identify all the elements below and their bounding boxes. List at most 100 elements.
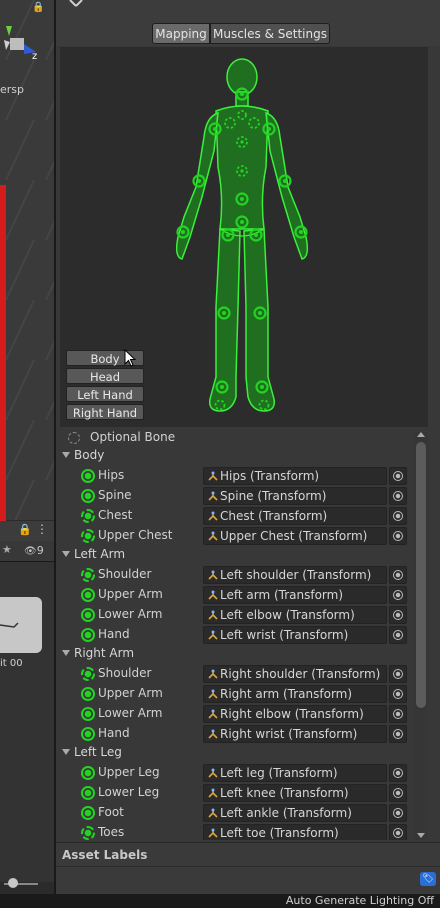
bone-transform-field[interactable]: Right arm (Transform)	[203, 685, 387, 703]
perspective-label[interactable]: ersp	[0, 83, 24, 96]
required-bone-icon[interactable]	[81, 628, 95, 642]
optional-bone-icon[interactable]	[81, 667, 95, 681]
orientation-gizmo-icon[interactable]: z	[2, 22, 42, 62]
optional-bone-icon[interactable]	[81, 826, 95, 840]
bone-row: Toes Left toe (Transform)	[56, 823, 430, 840]
bone-transform-field[interactable]: Spine (Transform)	[203, 487, 387, 505]
favorite-star-icon[interactable]: ★	[2, 543, 12, 556]
transform-icon	[208, 491, 218, 501]
object-picker-icon[interactable]	[389, 586, 407, 604]
object-picker-icon[interactable]	[389, 824, 407, 840]
bone-transform-value: Right elbow (Transform)	[220, 707, 364, 721]
asset-labels-footer: 🏷	[56, 866, 440, 895]
bone-transform-field[interactable]: Left elbow (Transform)	[203, 606, 387, 624]
required-bone-icon[interactable]	[81, 727, 95, 741]
bone-transform-field[interactable]: Left toe (Transform)	[203, 824, 387, 840]
bone-label: Hips	[98, 468, 125, 482]
bone-group-header[interactable]: Right Arm	[56, 645, 430, 665]
optional-bone-icon[interactable]	[81, 529, 95, 543]
bone-transform-field[interactable]: Left ankle (Transform)	[203, 804, 387, 822]
hidden-count-badge[interactable]: 👁9	[24, 544, 44, 557]
required-bone-icon[interactable]	[81, 588, 95, 602]
object-picker-icon[interactable]	[389, 566, 407, 584]
bone-label: Upper Arm	[98, 686, 163, 700]
object-picker-icon[interactable]	[389, 527, 407, 545]
bone-row: Lower Leg Left knee (Transform)	[56, 783, 430, 803]
required-bone-icon[interactable]	[81, 608, 95, 622]
bone-transform-field[interactable]: Hips (Transform)	[203, 467, 387, 485]
status-bar-text[interactable]: Auto Generate Lighting Off	[286, 894, 434, 907]
object-picker-icon[interactable]	[389, 764, 407, 782]
asset-thumbnail-label[interactable]: it 00	[0, 658, 23, 669]
object-picker-icon[interactable]	[389, 626, 407, 644]
asset-labels-header[interactable]: Asset Labels	[56, 842, 440, 867]
object-picker-icon[interactable]	[389, 507, 407, 525]
bone-list-scrollbar-thumb[interactable]	[416, 442, 426, 708]
bone-transform-field[interactable]: Right elbow (Transform)	[203, 705, 387, 723]
scroll-down-arrow-icon[interactable]	[417, 833, 425, 838]
bone-list-scrollbar[interactable]	[414, 432, 428, 840]
bone-group-header[interactable]: Body	[56, 447, 430, 467]
hierarchy-toolbar: 🔒 ⋮	[0, 521, 54, 542]
expand-triangle-icon[interactable]	[62, 650, 70, 656]
bone-transform-field[interactable]: Right shoulder (Transform)	[203, 665, 387, 683]
transform-icon	[208, 669, 218, 679]
object-picker-icon[interactable]	[389, 725, 407, 743]
expand-triangle-icon[interactable]	[62, 749, 70, 755]
bone-transform-field[interactable]: Upper Chest (Transform)	[203, 527, 387, 545]
tab-mapping[interactable]: Mapping	[152, 23, 210, 44]
scene-view[interactable]	[0, 0, 54, 520]
expand-triangle-icon[interactable]	[62, 551, 70, 557]
label-tag-icon[interactable]: 🏷	[420, 872, 436, 886]
body-part-button-head[interactable]: Head	[66, 368, 144, 384]
x-icon	[69, 0, 83, 7]
expand-triangle-icon[interactable]	[62, 452, 70, 458]
body-part-button-left-hand[interactable]: Left Hand	[66, 386, 144, 402]
body-part-button-right-hand[interactable]: Right Hand	[66, 404, 144, 420]
scroll-up-arrow-icon[interactable]	[417, 432, 425, 437]
object-picker-icon[interactable]	[389, 685, 407, 703]
thumbnail-size-slider-knob[interactable]	[8, 878, 18, 888]
object-picker-icon[interactable]	[389, 804, 407, 822]
object-picker-icon[interactable]	[389, 665, 407, 683]
bone-transform-field[interactable]: Right wrist (Transform)	[203, 725, 387, 743]
lock-icon[interactable]: 🔒	[18, 523, 32, 536]
bone-transform-value: Left toe (Transform)	[220, 826, 339, 840]
lock-icon[interactable]: 🔒	[32, 2, 44, 13]
required-bone-icon[interactable]	[81, 469, 95, 483]
transform-icon	[208, 709, 218, 719]
bone-group-label: Left Arm	[74, 547, 126, 561]
object-picker-icon[interactable]	[389, 784, 407, 802]
bone-transform-field[interactable]: Left wrist (Transform)	[203, 626, 387, 644]
required-bone-icon[interactable]	[81, 806, 95, 820]
required-bone-icon[interactable]	[81, 489, 95, 503]
transform-icon	[208, 828, 218, 838]
asset-labels-title: Asset Labels	[62, 848, 148, 862]
bone-transform-value: Left shoulder (Transform)	[220, 568, 372, 582]
optional-bone-icon[interactable]	[81, 509, 95, 523]
required-bone-icon[interactable]	[81, 687, 95, 701]
more-options-icon[interactable]: ⋮	[36, 522, 48, 536]
bone-group-header[interactable]: Left Leg	[56, 744, 430, 764]
object-picker-icon[interactable]	[389, 606, 407, 624]
required-bone-icon[interactable]	[81, 786, 95, 800]
bone-transform-field[interactable]: Left leg (Transform)	[203, 764, 387, 782]
bone-row: Upper Arm Right arm (Transform)	[56, 684, 430, 704]
bone-group-header[interactable]: Left Arm	[56, 546, 430, 566]
bone-transform-field[interactable]: Chest (Transform)	[203, 507, 387, 525]
object-picker-icon[interactable]	[389, 467, 407, 485]
object-picker-icon[interactable]	[389, 705, 407, 723]
tab-muscles-settings[interactable]: Muscles & Settings	[210, 23, 330, 44]
asset-thumbnail[interactable]	[0, 597, 42, 653]
required-bone-icon[interactable]	[81, 766, 95, 780]
object-picker-icon[interactable]	[389, 487, 407, 505]
optional-bone-icon[interactable]	[81, 568, 95, 582]
required-bone-icon[interactable]	[81, 707, 95, 721]
bone-transform-field[interactable]: Left knee (Transform)	[203, 784, 387, 802]
bone-label: Shoulder	[98, 567, 152, 581]
scene-view-strip[interactable]: 🔒 z ersp 🔒 ⋮ ★ 👁9 it 00	[0, 0, 54, 908]
avatar-body-view: Body Head Left Hand Right Hand	[60, 47, 428, 427]
bone-transform-field[interactable]: Left arm (Transform)	[203, 586, 387, 604]
avatar-configuration-inspector: Mapping Muscles & Settings Body Head Lef…	[56, 0, 440, 895]
bone-transform-field[interactable]: Left shoulder (Transform)	[203, 566, 387, 584]
